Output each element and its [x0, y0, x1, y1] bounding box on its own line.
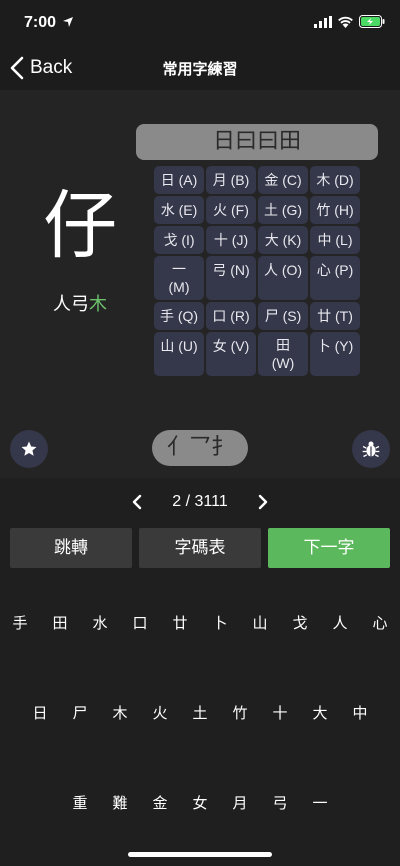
radical-char[interactable]: 一 — [300, 792, 340, 813]
radical-char[interactable]: 卜 — [200, 612, 240, 633]
battery-charging-icon — [359, 15, 385, 28]
radical-char[interactable]: 女 — [180, 792, 220, 813]
radical-key[interactable]: 月 (B) — [206, 166, 256, 194]
radical-char[interactable]: 火 — [140, 702, 180, 723]
radical-char[interactable]: 田 — [40, 612, 80, 633]
radical-key[interactable]: 木 (D) — [310, 166, 360, 194]
radical-char[interactable]: 木 — [100, 702, 140, 723]
radical-char[interactable]: 土 — [180, 702, 220, 723]
radical-key[interactable]: 尸 (S) — [258, 302, 308, 330]
home-indicator — [128, 852, 272, 857]
radical-char[interactable]: 中 — [340, 702, 380, 723]
wifi-icon — [338, 16, 353, 28]
chevron-left-icon — [133, 494, 142, 510]
bottom-panel: 2 / 3111 跳轉 字碼表 下一字 手田水口廿卜山戈人心 日尸木火土竹十大中… — [0, 478, 400, 866]
radical-char[interactable]: 十 — [260, 702, 300, 723]
radical-key[interactable]: 女 (V) — [206, 332, 256, 376]
radical-key[interactable]: 人 (O) — [258, 256, 308, 300]
radical-key[interactable]: 日 (A) — [154, 166, 204, 194]
nav-bar: Back 常用字練習 — [0, 46, 400, 90]
favorite-button[interactable] — [10, 430, 48, 468]
radical-key[interactable]: 一 (M) — [154, 256, 204, 300]
report-bug-button[interactable] — [352, 430, 390, 468]
radical-key[interactable]: 水 (E) — [154, 196, 204, 224]
radical-char[interactable]: 金 — [140, 792, 180, 813]
cellular-signal-icon — [314, 16, 332, 28]
radical-char[interactable]: 廿 — [160, 612, 200, 633]
radical-row-3: 重難金女月弓一 — [0, 792, 400, 813]
radical-char[interactable]: 心 — [360, 612, 400, 633]
radical-key[interactable]: 火 (F) — [206, 196, 256, 224]
radical-key-grid: 日 (A) 月 (B) 金 (C) 木 (D) 水 (E) 火 (F) 土 (G) 竹 (H)… — [154, 166, 360, 376]
input-display: 亻乛扌 — [152, 430, 248, 466]
next-page-button[interactable] — [258, 494, 268, 510]
radical-char[interactable]: 弓 — [260, 792, 300, 813]
radical-char[interactable]: 口 — [120, 612, 160, 633]
radical-key[interactable]: 金 (C) — [258, 166, 308, 194]
radical-row-2: 日尸木火土竹十大中 — [0, 702, 400, 723]
pager: 2 / 3111 — [0, 488, 400, 516]
status-time: 7:00 — [24, 14, 57, 31]
radical-key[interactable]: 土 (G) — [258, 196, 308, 224]
radical-char[interactable]: 重 — [60, 792, 100, 813]
radical-key[interactable]: 弓 (N) — [206, 256, 256, 300]
location-arrow-icon — [63, 17, 73, 27]
radical-key[interactable]: 手 (Q) — [154, 302, 204, 330]
radical-key[interactable]: 十 (J) — [206, 226, 256, 254]
radical-char[interactable]: 手 — [0, 612, 40, 633]
root-shape-display: 日曰曰田 — [136, 124, 378, 160]
radical-key[interactable]: 心 (P) — [310, 256, 360, 300]
radical-char[interactable]: 水 — [80, 612, 120, 633]
action-row: 跳轉 字碼表 下一字 — [10, 528, 390, 568]
radical-char[interactable]: 日 — [20, 702, 60, 723]
radical-key-line: 田 — [276, 337, 290, 353]
bug-icon — [362, 441, 380, 458]
radical-key[interactable]: 竹 (H) — [310, 196, 360, 224]
star-icon — [21, 441, 37, 456]
radical-key[interactable]: 戈 (I) — [154, 226, 204, 254]
jump-button[interactable]: 跳轉 — [10, 528, 132, 568]
radical-key-line: (W) — [271, 355, 295, 371]
next-character-button[interactable]: 下一字 — [268, 528, 390, 568]
page-title: 常用字練習 — [162, 60, 238, 78]
radical-char[interactable]: 月 — [220, 792, 260, 813]
radical-row-1: 手田水口廿卜山戈人心 — [0, 612, 400, 633]
radical-key[interactable]: 廿 (T) — [310, 302, 360, 330]
components-highlight: 木 — [89, 294, 107, 315]
radical-key[interactable]: 田 (W) — [258, 332, 308, 376]
radical-char[interactable]: 竹 — [220, 702, 260, 723]
radical-char[interactable]: 戈 — [280, 612, 320, 633]
radical-key-line: 一 — [172, 261, 186, 277]
code-table-button[interactable]: 字碼表 — [139, 528, 261, 568]
current-character: 仔 — [43, 183, 117, 269]
radical-key[interactable]: 口 (R) — [206, 302, 256, 330]
previous-button[interactable] — [132, 494, 142, 510]
radical-key[interactable]: 山 (U) — [154, 332, 204, 376]
radical-char[interactable]: 大 — [300, 702, 340, 723]
radical-key[interactable]: 中 (L) — [310, 226, 360, 254]
character-components: 人弓木 — [30, 290, 130, 316]
radical-key[interactable]: 大 (K) — [258, 226, 308, 254]
chevron-right-icon — [258, 494, 267, 510]
radical-char[interactable]: 山 — [240, 612, 280, 633]
radical-char[interactable]: 尸 — [60, 702, 100, 723]
status-bar: 7:00 — [0, 0, 400, 46]
page-counter: 2 / 3111 — [172, 493, 228, 510]
radical-char[interactable]: 難 — [100, 792, 140, 813]
components-normal: 人弓 — [53, 294, 89, 315]
radical-key[interactable]: 卜 (Y) — [310, 332, 360, 376]
radical-char[interactable]: 人 — [320, 612, 360, 633]
radical-key-line: (M) — [168, 279, 190, 295]
